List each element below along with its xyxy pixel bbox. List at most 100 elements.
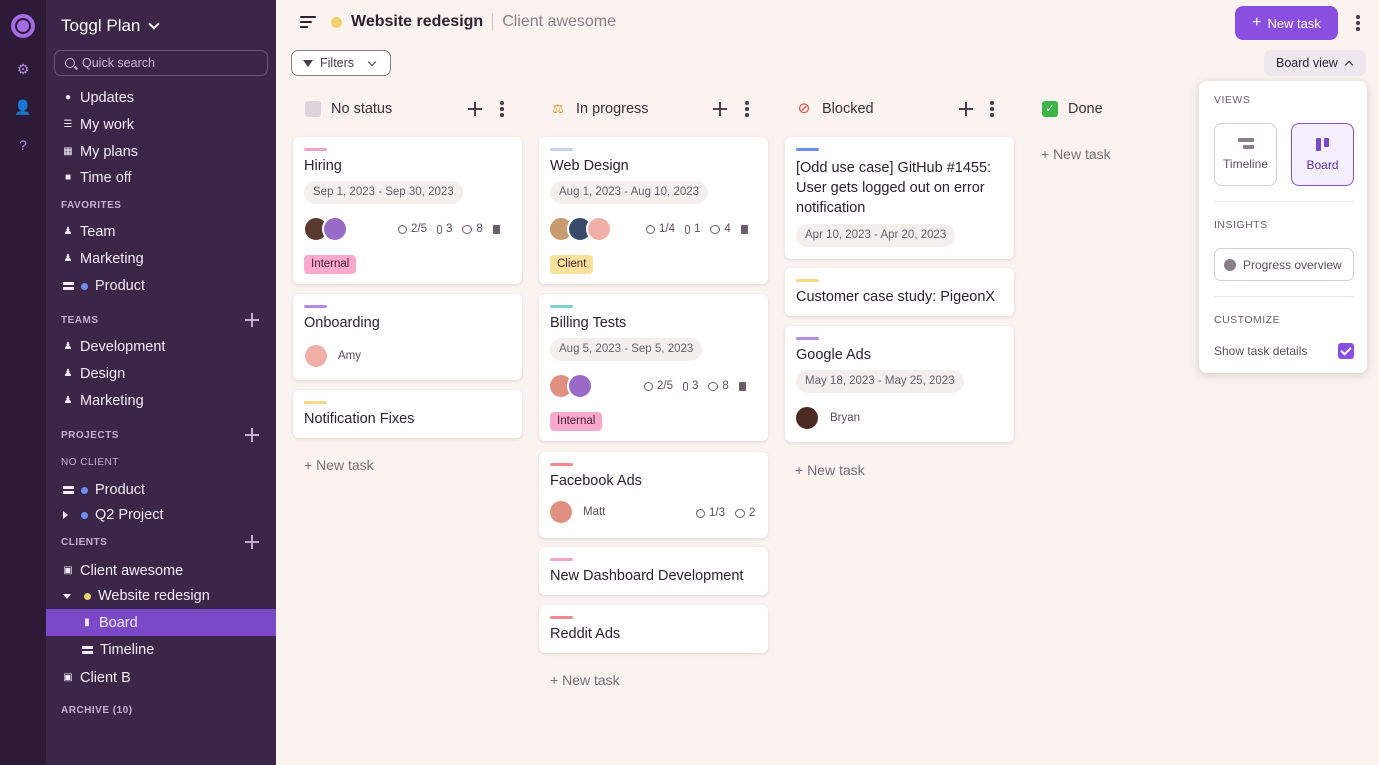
add-task-plus-icon[interactable] — [713, 102, 727, 116]
task-meta: 2/5 3 8 — [644, 380, 746, 392]
chevron-down-icon — [148, 18, 161, 30]
column-header-blocked: ⊘ Blocked — [796, 98, 874, 120]
filter-funnel-icon — [303, 59, 313, 67]
task-card-onboarding[interactable]: Onboarding Amy — [293, 294, 522, 380]
new-task-link[interactable]: + New task — [304, 457, 374, 473]
column-menu-icon[interactable] — [745, 101, 749, 119]
sidebar-item-q2-project[interactable]: Q2 Project — [63, 505, 164, 525]
new-task-link[interactable]: + New task — [795, 462, 865, 478]
task-card-facebook-ads[interactable]: Facebook Ads Matt 1/3 2 — [539, 452, 768, 538]
sidebar-item-development[interactable]: ♟ Development — [63, 337, 166, 357]
client-name[interactable]: Client awesome — [502, 13, 616, 31]
task-card-billing-tests[interactable]: Billing Tests Aug 5, 2023 - Sep 5, 2023 … — [539, 294, 768, 441]
sidebar-item-marketing[interactable]: ♟ Marketing — [63, 249, 144, 269]
projects-heading: PROJECTS — [61, 430, 119, 441]
task-meta: 1/4 1 4 — [646, 223, 748, 235]
task-title: Notification Fixes — [304, 411, 415, 427]
comment-count: 8 — [476, 223, 483, 235]
sidebar-item-my-plans[interactable]: ▦ My plans — [63, 142, 138, 162]
project-color-dot — [81, 511, 88, 519]
sidebar-item-board[interactable]: ▮ Board — [82, 613, 137, 633]
column-title: No status — [331, 101, 393, 117]
title-divider — [492, 13, 494, 31]
divider — [1214, 296, 1354, 297]
filters-button[interactable]: Filters — [291, 50, 391, 76]
sidebar-item-my-work[interactable]: ☰ My work — [63, 115, 134, 135]
people-icon: ♟ — [63, 341, 73, 352]
sidebar-item-team-marketing[interactable]: ♟ Marketing — [63, 391, 144, 411]
sidebar-item-board-active[interactable] — [46, 609, 276, 636]
sidebar-item-label: Product — [95, 278, 145, 294]
sidebar-item-label: Time off — [80, 170, 132, 186]
task-card-google-ads[interactable]: Google Ads May 18, 2023 - May 25, 2023 B… — [785, 326, 1014, 442]
checklist-icon — [646, 224, 655, 234]
collapse-arrow-icon[interactable] — [63, 593, 71, 599]
board-view-label: Board view — [1276, 56, 1338, 70]
timeline-view-option[interactable]: Timeline — [1214, 123, 1277, 186]
new-task-link[interactable]: + New task — [1041, 146, 1111, 162]
task-card-hiring[interactable]: Hiring Sep 1, 2023 - Sep 30, 2023 2/5 3 … — [293, 137, 522, 284]
sidebar-item-design[interactable]: ♟ Design — [63, 364, 126, 384]
timeline-icon — [82, 646, 93, 654]
add-user-icon[interactable]: 👤 — [14, 98, 32, 116]
add-project-plus-icon[interactable] — [245, 428, 259, 442]
sidebar-item-client-b[interactable]: ▣ Client B — [63, 668, 131, 688]
filters-label: Filters — [320, 56, 355, 70]
suitcase-icon: ■ — [64, 172, 72, 183]
task-card-notification-fixes[interactable]: Notification Fixes — [293, 390, 522, 438]
board-view-option[interactable]: Board — [1291, 123, 1354, 186]
task-card-reddit-ads[interactable]: Reddit Ads — [539, 605, 768, 653]
more-options-icon[interactable] — [1356, 15, 1360, 33]
new-task-link[interactable]: + New task — [550, 672, 620, 688]
workspace-switcher[interactable]: Toggl Plan — [61, 16, 161, 36]
add-task-plus-icon[interactable] — [468, 102, 482, 116]
sidebar-item-client-awesome[interactable]: ▣ Client awesome — [63, 561, 183, 581]
help-icon[interactable]: ? — [14, 136, 32, 154]
clients-heading: CLIENTS — [61, 537, 108, 548]
toggl-logo-icon[interactable] — [11, 14, 35, 38]
sidebar-item-label: Client B — [80, 670, 131, 686]
task-card-github-1455[interactable]: [Odd use case] GitHub #1455: User gets l… — [785, 137, 1014, 259]
task-meta: 1/3 2 — [696, 507, 755, 519]
list-icon: ☰ — [63, 119, 73, 130]
sidebar-item-product[interactable]: Product — [63, 276, 145, 296]
project-title[interactable]: Website redesign — [351, 13, 483, 31]
task-card-new-dashboard[interactable]: New Dashboard Development — [539, 547, 768, 595]
customize-heading: CUSTOMIZE — [1214, 314, 1281, 326]
assignee-name: Amy — [338, 350, 361, 362]
assignee-name: Bryan — [830, 412, 861, 424]
task-title: [Odd use case] GitHub #1455: User gets l… — [796, 158, 991, 218]
color-stripe — [304, 401, 327, 404]
archive-link[interactable]: ARCHIVE (10) — [61, 705, 133, 716]
task-card-web-design[interactable]: Web Design Aug 1, 2023 - Aug 10, 2023 1/… — [539, 137, 768, 284]
divider — [1214, 201, 1354, 202]
favorites-heading: FAVORITES — [61, 200, 122, 211]
sidebar-item-timeline[interactable]: Timeline — [82, 640, 154, 660]
progress-overview-button[interactable]: Progress overview — [1214, 248, 1354, 281]
column-menu-icon[interactable] — [500, 101, 504, 119]
new-task-button[interactable]: + New task — [1235, 6, 1338, 40]
board-view-button[interactable]: Board view — [1264, 50, 1366, 76]
column-header-no-status: No status — [305, 98, 392, 120]
sidebar-toggle-icon[interactable] — [300, 16, 316, 28]
sidebar-item-label: Team — [80, 224, 116, 240]
quick-search-input[interactable]: Quick search — [54, 50, 268, 76]
task-date-range: May 18, 2023 - May 25, 2023 — [796, 370, 964, 393]
color-stripe — [796, 279, 819, 282]
show-task-details-checkbox[interactable] — [1338, 343, 1354, 359]
settings-gear-icon[interactable]: ⚙ — [14, 60, 32, 78]
sidebar-item-website-redesign[interactable]: Website redesign — [63, 586, 210, 606]
sidebar-item-label: Development — [80, 339, 166, 355]
add-task-plus-icon[interactable] — [959, 102, 973, 116]
add-team-plus-icon[interactable] — [245, 313, 259, 327]
expand-arrow-icon[interactable] — [63, 511, 68, 519]
add-client-plus-icon[interactable] — [245, 535, 259, 549]
sidebar-item-updates[interactable]: ● Updates — [63, 88, 134, 108]
sidebar-item-team[interactable]: ♟ Team — [63, 222, 116, 242]
blocked-icon: ⊘ — [797, 100, 811, 117]
column-menu-icon[interactable] — [990, 101, 994, 119]
sidebar-item-time-off[interactable]: ■ Time off — [63, 168, 132, 188]
task-card-pigeonx[interactable]: Customer case study: PigeonX — [785, 268, 1014, 316]
task-title: Web Design — [550, 158, 629, 174]
sidebar-item-product-project[interactable]: Product — [63, 480, 145, 500]
